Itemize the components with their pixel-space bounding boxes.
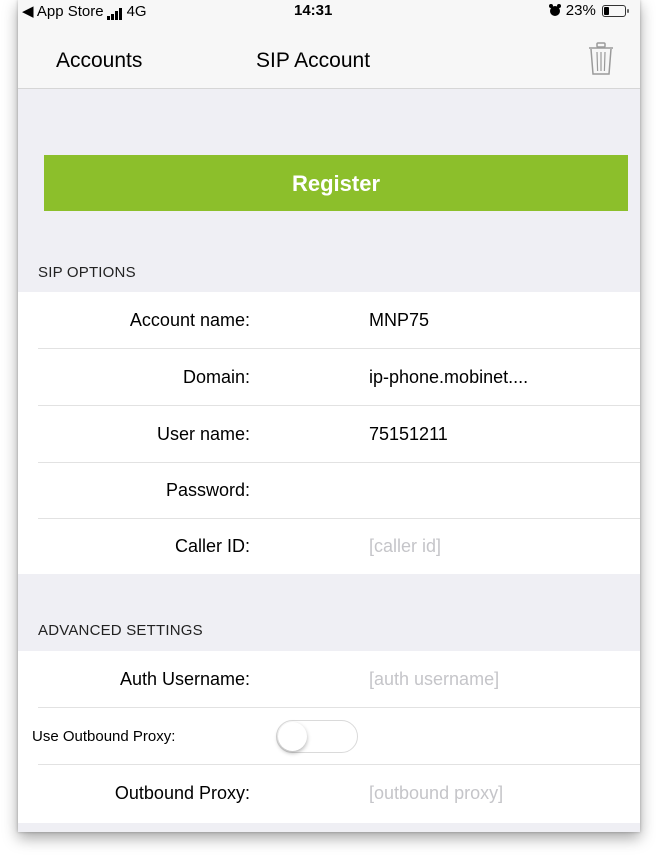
back-to-app-store[interactable]: ◀ App Store: [22, 3, 104, 20]
outbound-proxy-label: Outbound Proxy:: [114, 783, 250, 803]
advanced-settings-group: Auth Username: [auth username] Use Outbo…: [18, 651, 640, 823]
password-label: Password:: [165, 480, 250, 500]
outbound-proxy-row[interactable]: Outbound Proxy: [outbound proxy]: [18, 765, 640, 822]
domain-label: Domain:: [182, 367, 250, 387]
auth-username-row[interactable]: Auth Username: [auth username]: [18, 651, 640, 708]
password-row[interactable]: Password:: [18, 462, 640, 519]
user-name-label: User name:: [156, 424, 250, 444]
auth-username-field[interactable]: [auth username]: [369, 669, 499, 690]
signal-strength-icon: [106, 3, 123, 20]
use-outbound-proxy-row: Use Outbound Proxy:: [18, 708, 640, 765]
alarm-clock-icon: [548, 2, 566, 19]
trash-icon[interactable]: [588, 42, 614, 76]
user-name-value[interactable]: 75151211: [369, 424, 448, 445]
battery-level: [604, 7, 609, 16]
advanced-settings-header: ADVANCED SETTINGS: [38, 622, 203, 639]
sip-options-group: Account name: MNP75 Domain: ip-phone.mob…: [18, 292, 640, 574]
status-left: ◀ App Store 4G: [22, 2, 147, 20]
use-outbound-proxy-toggle[interactable]: [276, 720, 358, 753]
caller-id-field[interactable]: [caller id]: [369, 536, 441, 557]
outbound-proxy-field[interactable]: [outbound proxy]: [369, 783, 503, 804]
auth-username-label: Auth Username:: [119, 669, 250, 689]
caller-id-row[interactable]: Caller ID: [caller id]: [18, 518, 640, 575]
user-name-row[interactable]: User name: 75151211: [18, 406, 640, 463]
battery-percent: 23%: [565, 2, 596, 19]
status-right: 23%: [548, 2, 629, 19]
toggle-knob: [278, 722, 307, 751]
status-bar: ◀ App Store 4G 14:31 23%: [18, 0, 640, 22]
status-time: 14:31: [294, 2, 333, 19]
account-name-label: Account name:: [129, 310, 250, 330]
register-button[interactable]: Register: [44, 155, 628, 211]
page-title: SIP Account: [256, 49, 371, 72]
accounts-back-button[interactable]: Accounts: [56, 49, 142, 73]
account-name-value[interactable]: MNP75: [369, 310, 429, 331]
network-type: 4G: [126, 3, 147, 20]
battery-icon: [602, 5, 629, 18]
domain-row[interactable]: Domain: ip-phone.mobinet....: [18, 349, 640, 406]
navigation-bar: Accounts SIP Account: [18, 22, 640, 89]
account-name-row[interactable]: Account name: MNP75: [18, 292, 640, 349]
domain-value[interactable]: ip-phone.mobinet....: [369, 367, 528, 388]
caller-id-label: Caller ID:: [174, 536, 250, 556]
phone-screen: ◀ App Store 4G 14:31 23% Accounts SIP Acc…: [18, 0, 640, 832]
sip-options-header: SIP OPTIONS: [38, 264, 136, 281]
use-outbound-proxy-label: Use Outbound Proxy:: [32, 728, 176, 745]
